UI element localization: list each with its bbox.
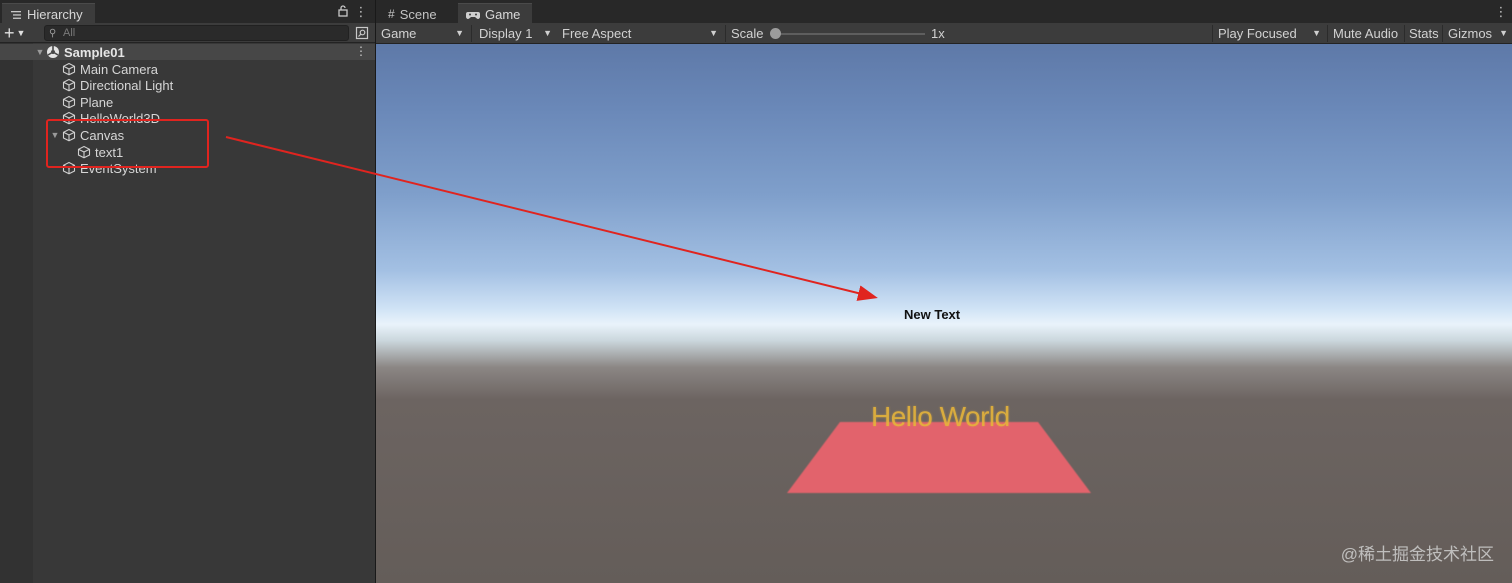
scene-row[interactable]: ▼ Sample01 ⋮ bbox=[0, 44, 375, 60]
hierarchy-item-label: text1 bbox=[95, 144, 124, 160]
hierarchy-item-label: Canvas bbox=[80, 127, 125, 143]
panel-menu-icon[interactable]: ⋮ bbox=[1494, 4, 1508, 20]
search-icon: ⚲ bbox=[49, 28, 57, 39]
lock-icon[interactable] bbox=[336, 4, 350, 18]
game-mode-dropdown[interactable]: Game ▼ bbox=[376, 24, 468, 43]
gameobject-cube-icon bbox=[77, 145, 91, 159]
toolbar-divider bbox=[471, 25, 472, 42]
play-mode-dropdown[interactable]: Play Focused ▼ bbox=[1213, 24, 1325, 43]
gameobject-cube-icon bbox=[62, 95, 76, 109]
hierarchy-item-label: Directional Light bbox=[80, 77, 174, 93]
display-dropdown[interactable]: Display 1 ▼ bbox=[474, 24, 556, 43]
list-icon bbox=[11, 10, 21, 19]
tab-scene-label: Scene bbox=[399, 6, 437, 22]
gameobject-cube-icon bbox=[62, 62, 76, 76]
scale-value: 1x bbox=[931, 26, 945, 41]
chevron-down-icon: ▼ bbox=[1499, 28, 1508, 38]
hierarchy-item-label: HelloWorld3D bbox=[80, 110, 160, 126]
scene-name: Sample01 bbox=[64, 44, 125, 60]
gameobject-cube-icon bbox=[62, 111, 76, 125]
mute-audio-button[interactable]: Mute Audio bbox=[1329, 24, 1402, 43]
gameobject-cube-icon bbox=[62, 161, 76, 175]
hierarchy-item-eventsystem[interactable]: EventSystem bbox=[62, 160, 157, 176]
hierarchy-item-label: Main Camera bbox=[80, 61, 159, 77]
hierarchy-tabbar: Hierarchy ⋮ bbox=[0, 0, 375, 23]
gizmos-dropdown[interactable]: Gizmos ▼ bbox=[1443, 24, 1512, 43]
gameobject-cube-icon bbox=[62, 128, 76, 142]
hierarchy-item-text1[interactable]: text1 bbox=[77, 144, 123, 160]
panel-menu-icon[interactable]: ⋮ bbox=[354, 4, 368, 20]
game-tabbar: # Scene Game ⋮ bbox=[376, 0, 1512, 23]
aspect-value: Free Aspect bbox=[562, 26, 632, 41]
play-mode-value: Play Focused bbox=[1218, 26, 1297, 41]
scene-header: ▼ Sample01 bbox=[34, 44, 125, 60]
hierarchy-item-label: EventSystem bbox=[80, 160, 157, 176]
hierarchy-item-directional-light[interactable]: Directional Light bbox=[62, 77, 173, 93]
chevron-down-icon: ▼ bbox=[16, 28, 26, 38]
chevron-down-icon: ▼ bbox=[455, 28, 464, 38]
watermark-text: @稀土掘金技术社区 bbox=[1340, 545, 1494, 564]
search-placeholder: All bbox=[63, 27, 76, 39]
gamepad-icon bbox=[466, 11, 480, 19]
scale-label: Scale bbox=[731, 26, 764, 41]
gizmos-label: Gizmos bbox=[1448, 26, 1493, 41]
world-text-hello-world: Hello World bbox=[871, 401, 1010, 432]
tab-scene[interactable]: # Scene bbox=[380, 3, 456, 23]
game-panel: # Scene Game ⋮ Game ▼ Display 1 ▼ Free A… bbox=[376, 0, 1512, 583]
aspect-dropdown[interactable]: Free Aspect ▼ bbox=[557, 24, 722, 43]
tab-game-label: Game bbox=[485, 7, 521, 22]
chevron-down-icon: ▼ bbox=[1312, 28, 1321, 38]
hierarchy-gutter bbox=[0, 43, 33, 583]
expand-arrow-icon[interactable]: ▼ bbox=[48, 130, 62, 140]
expand-arrow-icon[interactable]: ▼ bbox=[34, 47, 46, 57]
scene-menu-icon[interactable]: ⋮ bbox=[355, 44, 367, 58]
scale-slider-track[interactable] bbox=[772, 33, 925, 35]
hash-icon: # bbox=[388, 7, 395, 21]
tab-hierarchy-label: Hierarchy bbox=[27, 7, 83, 22]
toolbar-divider bbox=[725, 25, 726, 42]
chevron-down-icon: ▼ bbox=[709, 28, 718, 38]
scale-slider-handle[interactable] bbox=[770, 28, 781, 39]
tab-game[interactable]: Game bbox=[458, 3, 532, 23]
game-toolbar: Game ▼ Display 1 ▼ Free Aspect ▼ Scale 1… bbox=[376, 23, 1512, 44]
scene-visibility-icon[interactable] bbox=[355, 26, 369, 40]
hierarchy-item-plane[interactable]: Plane bbox=[62, 94, 113, 110]
game-mode-value: Game bbox=[381, 26, 417, 41]
stats-button[interactable]: Stats bbox=[1405, 24, 1443, 43]
gameobject-cube-icon bbox=[62, 78, 76, 92]
display-value: Display 1 bbox=[479, 26, 533, 41]
chevron-down-icon: ▼ bbox=[543, 28, 552, 38]
tab-hierarchy[interactable]: Hierarchy bbox=[2, 3, 95, 23]
hierarchy-item-main-camera[interactable]: Main Camera bbox=[62, 61, 158, 77]
ui-text-new-text: New Text bbox=[904, 307, 961, 322]
hierarchy-item-canvas[interactable]: ▼ Canvas bbox=[48, 127, 125, 143]
hierarchy-item-label: Plane bbox=[80, 94, 114, 110]
toolbar-divider bbox=[1327, 25, 1328, 42]
unity-scene-icon bbox=[47, 46, 59, 58]
hierarchy-search-input[interactable]: ⚲ All bbox=[44, 25, 349, 41]
game-viewport[interactable]: New Text Hello World @稀土掘金技术社区 bbox=[376, 44, 1512, 583]
hierarchy-toolbar: + ▼ ⚲ All bbox=[0, 23, 375, 43]
add-object-button[interactable]: + ▼ bbox=[4, 24, 34, 42]
hierarchy-panel: Hierarchy ⋮ + ▼ ⚲ All ▼ Sample01 ⋮ Main … bbox=[0, 0, 375, 583]
hierarchy-item-helloworld3d[interactable]: HelloWorld3D bbox=[62, 110, 160, 126]
plus-icon: + bbox=[4, 23, 15, 43]
